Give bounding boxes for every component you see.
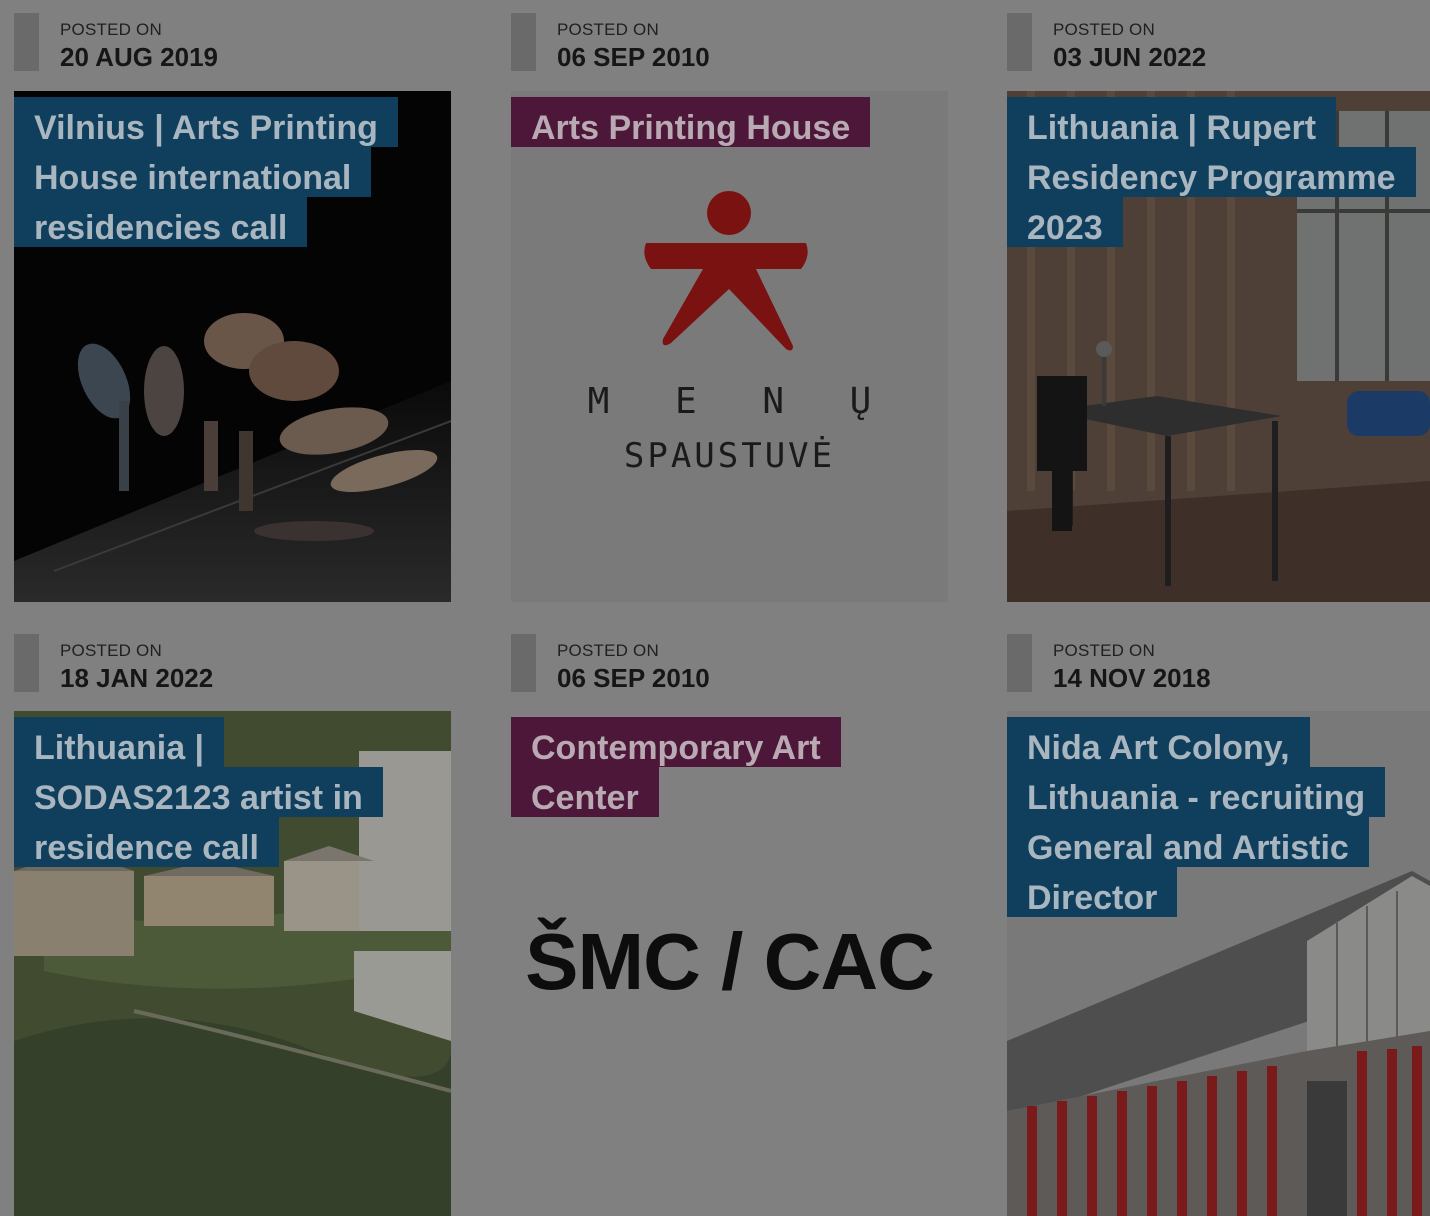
post-date: 14 NOV 2018 <box>1053 663 1211 693</box>
title-line[interactable]: House international <box>14 147 372 197</box>
date-accent-bar <box>1007 634 1032 692</box>
post-card[interactable]: POSTED ON 03 JUN 2022 Lithuania | Rupert… <box>1007 0 1430 602</box>
post-card[interactable]: POSTED ON 06 SEP 2010 M E N Ų SPAUSTUVĖ … <box>511 0 948 602</box>
date-accent-bar <box>14 13 39 71</box>
title-line[interactable]: Arts Printing House <box>511 97 871 147</box>
post-thumbnail[interactable]: Vilnius | Arts Printing House internatio… <box>14 91 451 602</box>
post-thumbnail[interactable]: ŠMC / CAC Contemporary Art Center <box>511 711 948 1216</box>
date-accent-bar <box>511 13 536 71</box>
post-thumbnail[interactable]: Nida Art Colony, Lithuania - recruiting … <box>1007 711 1430 1216</box>
title-line[interactable]: Lithuania | <box>14 717 225 767</box>
title-line[interactable]: SODAS2123 artist in <box>14 767 383 817</box>
menu-spaustuve-logo <box>644 191 808 351</box>
post-card[interactable]: POSTED ON 06 SEP 2010 ŠMC / CAC Contempo… <box>511 621 948 1216</box>
title-line[interactable]: Nida Art Colony, <box>1007 717 1310 767</box>
posted-on-label: POSTED ON <box>1053 20 1155 39</box>
post-date: 18 JAN 2022 <box>60 663 214 693</box>
post-card[interactable]: POSTED ON 14 NOV 2018 Nida Art Colony, L… <box>1007 621 1430 1216</box>
title-line[interactable]: Vilnius | Arts Printing <box>14 97 398 147</box>
post-title[interactable]: Contemporary Art Center <box>511 717 948 817</box>
title-line[interactable]: Lithuania | Rupert <box>1007 97 1337 147</box>
date-accent-bar <box>511 634 536 692</box>
title-line[interactable]: Contemporary Art <box>511 717 841 767</box>
smc-cac-logo: ŠMC / CAC <box>525 917 935 1006</box>
post-date-block: POSTED ON 06 SEP 2010 <box>511 0 948 72</box>
title-line[interactable]: Center <box>511 767 659 817</box>
posted-on-label: POSTED ON <box>60 641 162 660</box>
post-card[interactable]: POSTED ON 20 AUG 2019 Vilnius | Arts Pri… <box>14 0 451 602</box>
title-line[interactable]: residence call <box>14 817 279 867</box>
title-line[interactable]: residencies call <box>14 197 308 247</box>
post-title[interactable]: Lithuania | Rupert Residency Programme 2… <box>1007 97 1430 247</box>
post-date: 06 SEP 2010 <box>557 663 710 693</box>
post-date-block: POSTED ON 18 JAN 2022 <box>14 621 451 693</box>
logo-word-menu: M E N Ų <box>587 381 894 422</box>
post-thumbnail[interactable]: Lithuania | SODAS2123 artist in residenc… <box>14 711 451 1216</box>
post-title[interactable]: Vilnius | Arts Printing House internatio… <box>14 97 451 247</box>
post-date-block: POSTED ON 20 AUG 2019 <box>14 0 451 72</box>
title-line[interactable]: Lithuania - recruiting <box>1007 767 1386 817</box>
post-date-block: POSTED ON 14 NOV 2018 <box>1007 621 1430 693</box>
post-thumbnail[interactable]: Lithuania | Rupert Residency Programme 2… <box>1007 91 1430 602</box>
post-title[interactable]: Lithuania | SODAS2123 artist in residenc… <box>14 717 451 867</box>
posted-on-label: POSTED ON <box>557 20 659 39</box>
post-title[interactable]: Nida Art Colony, Lithuania - recruiting … <box>1007 717 1430 917</box>
post-card[interactable]: POSTED ON 18 JAN 2022 Lithuania | SODAS2… <box>14 621 451 1216</box>
title-line[interactable]: Director <box>1007 867 1178 917</box>
post-date: 06 SEP 2010 <box>557 42 710 72</box>
posted-on-label: POSTED ON <box>557 641 659 660</box>
post-thumbnail[interactable]: M E N Ų SPAUSTUVĖ Arts Printing House <box>511 91 948 602</box>
post-date: 20 AUG 2019 <box>60 42 219 72</box>
date-accent-bar <box>1007 13 1032 71</box>
title-line[interactable]: Residency Programme <box>1007 147 1416 197</box>
post-date: 03 JUN 2022 <box>1053 42 1207 72</box>
posted-on-label: POSTED ON <box>1053 641 1155 660</box>
date-accent-bar <box>14 634 39 692</box>
posted-on-label: POSTED ON <box>60 20 162 39</box>
logo-word-spaustuve: SPAUSTUVĖ <box>623 436 836 476</box>
post-date-block: POSTED ON 03 JUN 2022 <box>1007 0 1430 72</box>
post-title[interactable]: Arts Printing House <box>511 97 948 147</box>
title-line[interactable]: 2023 <box>1007 197 1123 247</box>
post-date-block: POSTED ON 06 SEP 2010 <box>511 621 948 693</box>
title-line[interactable]: General and Artistic <box>1007 817 1369 867</box>
